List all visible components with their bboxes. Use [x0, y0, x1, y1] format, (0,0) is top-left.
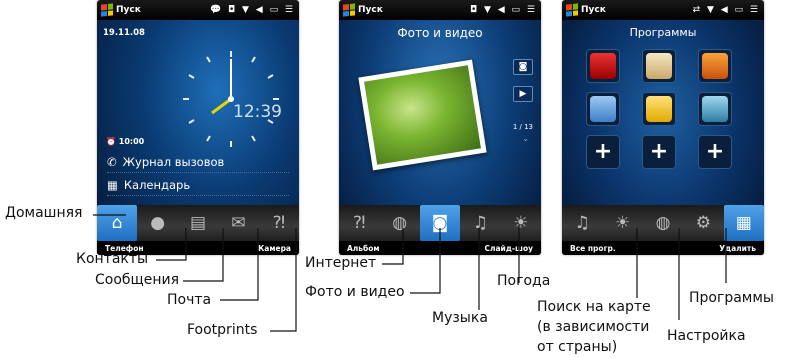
- label-contacts: Контакты: [76, 251, 149, 267]
- label-mail: Почта: [167, 292, 212, 308]
- callout-lines: [93, 214, 727, 332]
- label-settings: Настройка: [667, 328, 746, 344]
- label-internet: Интернет: [305, 255, 377, 271]
- label-programs: Программы: [689, 290, 774, 306]
- label-messages: Сообщения: [95, 272, 180, 288]
- label-footprints: Footprints: [187, 322, 258, 338]
- label-map-line3: от страны): [537, 339, 618, 355]
- label-map-line1: Поиск на карте: [537, 299, 651, 315]
- label-map-line2: (в зависимости: [537, 319, 650, 335]
- label-weather: Погода: [497, 273, 551, 289]
- label-photos: Фото и видео: [305, 284, 405, 300]
- label-home: Домашняя: [5, 205, 83, 221]
- label-music: Музыка: [432, 310, 488, 326]
